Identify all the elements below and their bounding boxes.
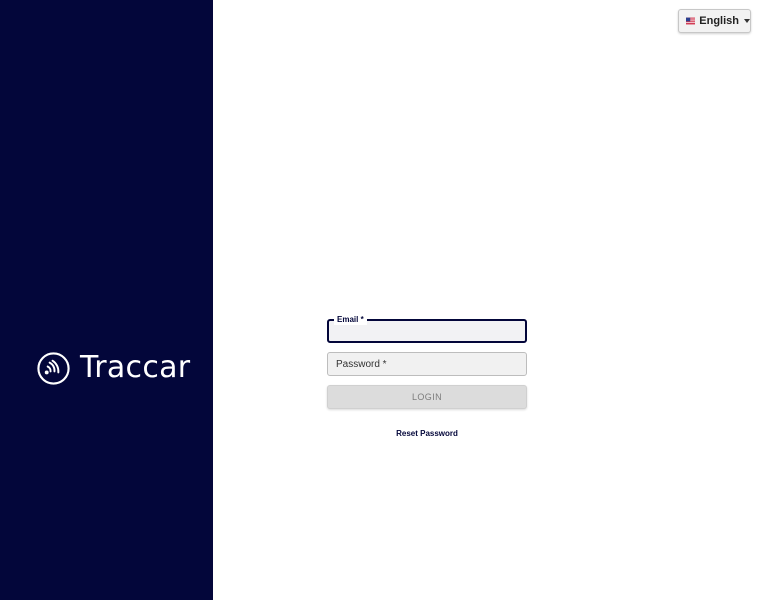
email-label: Email *: [334, 315, 367, 325]
chevron-down-icon: [744, 19, 750, 23]
login-page: Traccar English Email * Password * LOGIN…: [0, 0, 760, 600]
login-form: Email * Password * LOGIN Reset Password: [327, 315, 527, 438]
brand-sidebar: Traccar: [0, 0, 213, 600]
password-input[interactable]: [328, 353, 526, 375]
us-flag-icon: [686, 17, 696, 25]
brand-logo-lockup: Traccar: [36, 350, 190, 386]
language-label: English: [699, 15, 739, 27]
traccar-signal-logo-icon: [37, 351, 70, 385]
brand-name: Traccar: [80, 350, 191, 385]
reset-password-link[interactable]: Reset Password: [327, 429, 527, 438]
login-main-panel: English Email * Password * LOGIN Reset P…: [213, 0, 760, 600]
language-selector-button[interactable]: English: [678, 9, 751, 33]
login-button[interactable]: LOGIN: [327, 385, 527, 409]
password-field[interactable]: Password *: [327, 352, 527, 376]
email-field[interactable]: Email *: [327, 315, 527, 343]
